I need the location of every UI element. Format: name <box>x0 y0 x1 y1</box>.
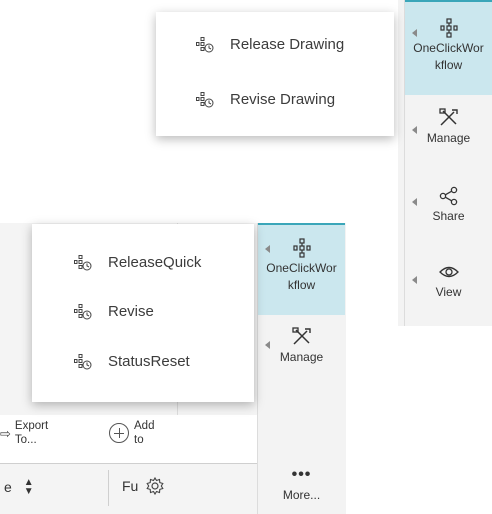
add-circle-icon <box>109 423 129 443</box>
rail-button-label: More... <box>282 488 321 502</box>
expand-caret-icon <box>412 126 418 134</box>
bottom-command-rail: OneClickWorkflow Manage ••• More... <box>258 223 346 514</box>
top-workflow-dropdown-menu: Release Drawing Revise Drawing <box>156 12 394 136</box>
column-header-label: Fu <box>122 478 139 494</box>
expand-caret-icon <box>412 198 418 206</box>
eye-icon <box>438 262 460 282</box>
expand-caret-icon <box>265 245 271 253</box>
column-header-name[interactable]: e ▲ ▼ <box>4 477 34 497</box>
sort-icon: ▲ ▼ <box>23 477 34 497</box>
add-label-line2: to <box>134 434 144 446</box>
rail-oneclickworkflow-button[interactable]: OneClickWorkflow <box>258 223 345 315</box>
rail-button-label: OneClickWorkflow <box>266 261 337 292</box>
column-settings-gear-icon[interactable] <box>145 476 165 496</box>
menu-item-label: Release Drawing <box>230 36 345 53</box>
workflow-icon <box>438 18 460 38</box>
rail-share-button[interactable]: Share <box>405 180 492 240</box>
rail-manage-button[interactable]: Manage <box>258 321 345 381</box>
workflow-icon <box>291 238 313 258</box>
workflow-action-icon <box>74 254 92 271</box>
column-separator <box>108 470 109 506</box>
add-label-line1: Add <box>134 420 155 432</box>
menu-item-releasequick[interactable]: ReleaseQuick <box>74 254 201 271</box>
share-icon <box>438 186 460 206</box>
rail-button-label: Share <box>432 209 465 223</box>
menu-item-release-drawing[interactable]: Release Drawing <box>196 36 344 53</box>
menu-item-label: Revise <box>108 303 154 320</box>
workflow-action-icon <box>74 303 92 320</box>
rail-view-button[interactable]: View <box>405 258 492 318</box>
workflow-action-icon <box>74 353 92 370</box>
active-accent-bar <box>258 223 345 225</box>
workflow-action-icon <box>196 36 214 53</box>
menu-item-label: StatusReset <box>108 353 190 370</box>
rail-button-label: View <box>435 285 462 299</box>
menu-item-revise[interactable]: Revise <box>74 303 154 320</box>
export-to-button[interactable]: ⇨ Export To... <box>0 419 48 447</box>
expand-caret-icon <box>265 341 271 349</box>
rail-button-label: OneClickWorkflow <box>413 41 484 72</box>
expand-caret-icon <box>412 276 418 284</box>
tools-icon <box>438 108 460 128</box>
menu-item-label: ReleaseQuick <box>108 254 202 271</box>
workflow-action-icon <box>196 91 214 108</box>
rail-button-label: Manage <box>279 350 324 364</box>
more-icon: ••• <box>291 466 312 483</box>
column-header-function[interactable]: Fu <box>122 478 138 494</box>
menu-item-statusreset[interactable]: StatusReset <box>74 353 190 370</box>
tools-icon <box>291 327 313 347</box>
menu-item-label: Revise Drawing <box>230 91 336 108</box>
column-header-label: e <box>4 479 12 495</box>
expand-caret-icon <box>412 29 418 37</box>
rail-more-button[interactable]: ••• More... <box>258 463 345 513</box>
add-to-button[interactable]: Add to <box>109 419 154 447</box>
top-command-rail: OneClickWorkflow Manage Share View <box>405 0 492 326</box>
active-accent-bar <box>405 0 492 2</box>
export-label-line1: Export <box>14 420 49 432</box>
export-arrow-icon: ⇨ <box>0 426 11 441</box>
export-label-line2: To... <box>14 434 37 446</box>
rail-oneclickworkflow-button[interactable]: OneClickWorkflow <box>405 0 492 95</box>
bottom-workflow-dropdown-menu: ReleaseQuick Revise StatusReset <box>32 224 254 402</box>
menu-item-revise-drawing[interactable]: Revise Drawing <box>196 91 335 108</box>
rail-manage-button[interactable]: Manage <box>405 100 492 160</box>
rail-button-label: Manage <box>426 131 471 145</box>
